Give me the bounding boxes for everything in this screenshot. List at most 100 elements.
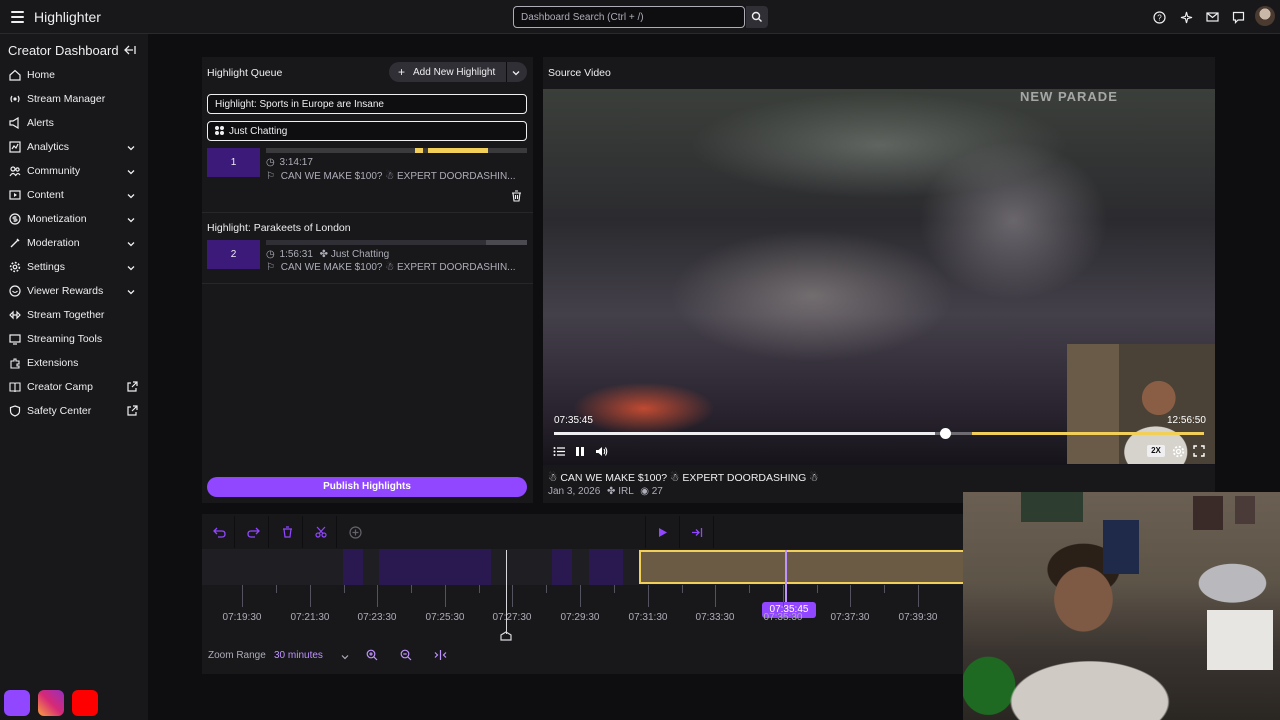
external-link-icon[interactable] xyxy=(126,381,138,393)
highlight-segment[interactable] xyxy=(589,549,623,585)
inbox-icon[interactable] xyxy=(1205,10,1219,24)
chevron-down-icon[interactable] xyxy=(340,651,350,665)
sidebar-item-viewer-rewards[interactable]: Viewer Rewards xyxy=(0,280,148,302)
timeline-tick-label: 07:35:30 xyxy=(763,612,803,623)
timeline-minor-tick xyxy=(817,585,818,593)
sidebar-item-alerts[interactable]: Alerts xyxy=(0,112,148,134)
highlight-range-bar[interactable] xyxy=(266,240,527,245)
chevron-down-icon[interactable] xyxy=(126,214,136,224)
flag-icon: ⚐ xyxy=(266,171,275,182)
settings-gear-icon[interactable] xyxy=(1171,444,1185,458)
trash-icon[interactable] xyxy=(277,523,297,541)
timeline-tick xyxy=(850,585,851,607)
chevron-down-icon[interactable] xyxy=(126,190,136,200)
moderation-icon xyxy=(9,237,21,249)
sidebar-item-label: Safety Center xyxy=(27,405,92,417)
highlight-segment[interactable] xyxy=(552,549,572,585)
sidebar-item-creator-camp[interactable]: Creator Camp xyxy=(0,376,148,398)
stream-manager-icon xyxy=(9,93,21,105)
sidebar-item-content[interactable]: Content xyxy=(0,184,148,206)
sidebar-item-label: Viewer Rewards xyxy=(27,285,104,297)
sidebar-item-settings[interactable]: Settings xyxy=(0,256,148,278)
search-button[interactable] xyxy=(746,6,768,28)
sidebar-item-extensions[interactable]: Extensions xyxy=(0,352,148,374)
chevron-down-icon[interactable] xyxy=(126,238,136,248)
jump-to-end-icon[interactable] xyxy=(687,523,707,541)
playback-speed-badge[interactable]: 2X xyxy=(1147,445,1165,457)
sidebar-item-stream-manager[interactable]: Stream Manager xyxy=(0,88,148,110)
playhead-marker-icon[interactable] xyxy=(500,630,512,644)
sidebar-item-home[interactable]: Home xyxy=(0,64,148,86)
external-link-icon[interactable] xyxy=(126,405,138,417)
collapse-sidebar-icon[interactable] xyxy=(124,44,136,58)
timeline-tick-label: 07:39:30 xyxy=(898,612,938,623)
sidebar-item-stream-together[interactable]: Stream Together xyxy=(0,304,148,326)
sidebar-item-label: Community xyxy=(27,165,81,177)
fit-to-view-icon[interactable] xyxy=(432,647,448,663)
user-avatar[interactable] xyxy=(1255,6,1275,26)
chevron-down-icon[interactable] xyxy=(126,262,136,272)
eye-icon: ◉ xyxy=(640,486,649,497)
sparkle-icon[interactable] xyxy=(1179,10,1193,24)
publish-highlights-button[interactable]: Publish Highlights xyxy=(207,477,527,497)
highlight-segment[interactable] xyxy=(343,549,363,585)
scrubber-progress xyxy=(554,432,935,435)
timeline-minor-tick xyxy=(614,585,615,593)
streamer-webcam xyxy=(963,492,1280,720)
highlight-segment[interactable] xyxy=(379,549,491,585)
redo-icon[interactable] xyxy=(243,523,263,541)
chevron-down-icon[interactable] xyxy=(511,67,521,81)
sidebar-item-monetization[interactable]: Monetization xyxy=(0,208,148,230)
sidebar-item-safety-center[interactable]: Safety Center xyxy=(0,400,148,422)
timeline-tick xyxy=(648,585,649,607)
sidebar-item-analytics[interactable]: Analytics xyxy=(0,136,148,158)
queue-item-stream-title: CAN WE MAKE $100? ☃ EXPERT DOORDASHIN... xyxy=(280,262,516,273)
volume-icon[interactable] xyxy=(594,444,608,458)
timeline-minor-tick xyxy=(546,585,547,593)
menu-icon[interactable] xyxy=(6,6,28,28)
queue-item-heading[interactable]: Highlight: Parakeets of London xyxy=(207,222,351,234)
video-scrubber[interactable] xyxy=(554,428,1204,439)
queue-item-number[interactable]: 1 xyxy=(207,148,260,177)
timeline-tick-label: 07:19:30 xyxy=(222,612,262,623)
zoom-in-icon[interactable] xyxy=(364,647,380,663)
chat-icon[interactable] xyxy=(1231,10,1245,24)
timeline-tick xyxy=(377,585,378,607)
extensions-icon xyxy=(9,357,21,369)
add-new-highlight-button[interactable]: + Add New Highlight xyxy=(389,62,527,82)
video-views: 27 xyxy=(651,486,663,497)
timeline-tick xyxy=(242,585,243,607)
chevron-down-icon[interactable] xyxy=(126,142,136,152)
queue-title: Highlight Queue xyxy=(207,67,283,79)
category-input[interactable]: Just Chatting xyxy=(207,121,527,141)
queue-item-duration: 3:14:17 xyxy=(279,157,313,168)
chevron-down-icon[interactable] xyxy=(126,166,136,176)
sidebar-item-community[interactable]: Community xyxy=(0,160,148,182)
source-video-panel: Source Video NEW PARADE 07:35:45 12:56:5… xyxy=(543,57,1215,503)
undo-icon[interactable] xyxy=(209,523,229,541)
delete-highlight-icon[interactable] xyxy=(511,190,522,205)
zoom-range-select[interactable]: 30 minutes xyxy=(274,650,323,661)
video-player[interactable]: NEW PARADE 07:35:45 12:56:50 2X xyxy=(543,89,1215,465)
search-input[interactable]: Dashboard Search (Ctrl + /) xyxy=(513,6,745,28)
fullscreen-icon[interactable] xyxy=(1192,444,1206,458)
scissors-icon[interactable] xyxy=(311,523,331,541)
sidebar-item-streaming-tools[interactable]: Streaming Tools xyxy=(0,328,148,350)
play-icon[interactable] xyxy=(653,523,673,541)
help-icon[interactable]: ? xyxy=(1152,10,1166,24)
zoom-out-icon[interactable] xyxy=(398,647,414,663)
sidebar-item-moderation[interactable]: Moderation xyxy=(0,232,148,254)
highlight-range-bar[interactable] xyxy=(266,148,527,153)
creator-camp-icon xyxy=(9,381,21,393)
timeline-minor-tick xyxy=(884,585,885,593)
chevron-down-icon[interactable] xyxy=(126,286,136,296)
add-clip-icon[interactable] xyxy=(345,523,365,541)
chapters-icon[interactable] xyxy=(552,444,566,458)
pause-icon[interactable] xyxy=(573,444,587,458)
scrubber-handle[interactable] xyxy=(940,428,951,439)
sidebar-item-label: Extensions xyxy=(27,357,79,369)
sidebar-item-label: Monetization xyxy=(27,213,87,225)
timeline-cursor[interactable] xyxy=(785,550,787,608)
queue-item-number[interactable]: 2 xyxy=(207,240,260,269)
highlight-title-input[interactable]: Highlight: Sports in Europe are Insane xyxy=(207,94,527,114)
